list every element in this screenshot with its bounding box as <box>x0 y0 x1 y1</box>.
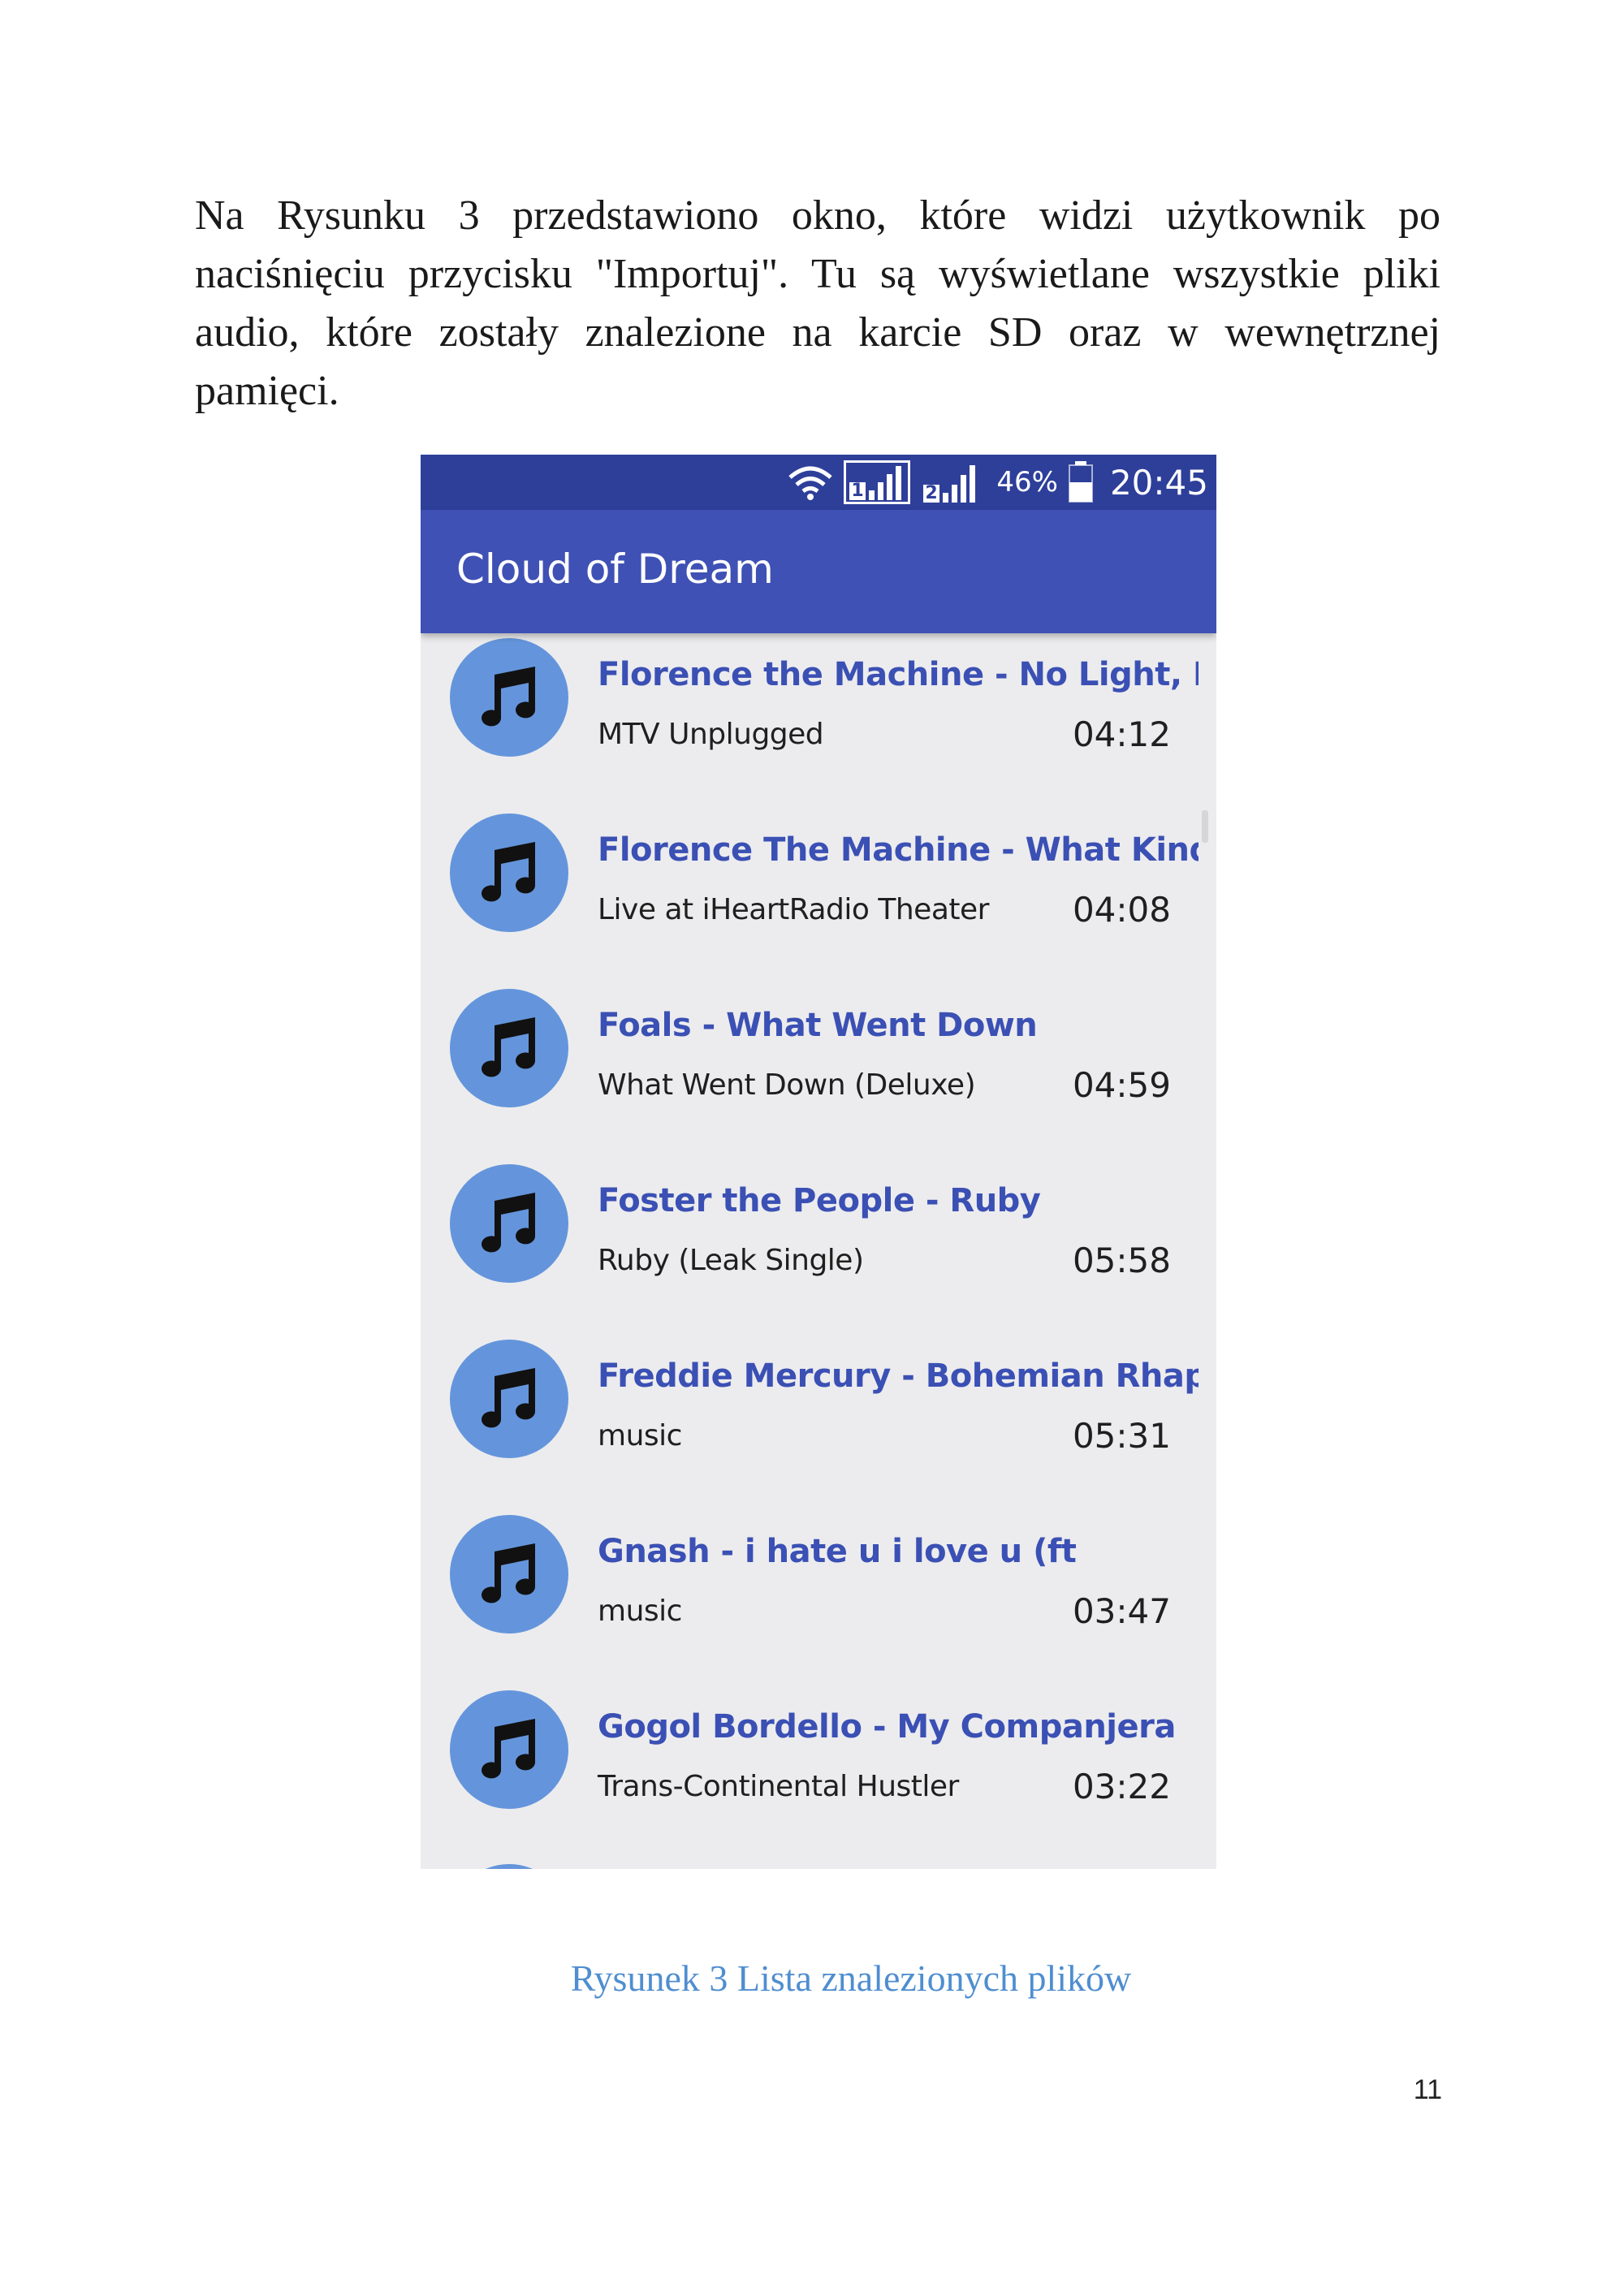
song-duration: 03:47 <box>1072 1591 1171 1631</box>
next-row-avatar-peek <box>450 1864 568 1869</box>
body-paragraph: Na Rysunku 3 przedstawiono okno, które w… <box>195 192 1440 414</box>
app-title: Cloud of Dream <box>456 546 774 593</box>
song-duration: 05:58 <box>1072 1241 1171 1280</box>
music-note-icon <box>450 814 568 932</box>
page-number: 11 <box>1413 2074 1442 2105</box>
song-duration: 03:22 <box>1072 1767 1171 1806</box>
song-row[interactable]: Gogol Bordello - My Companjera Trans-Con… <box>421 1685 1216 1861</box>
status-bar: 1 2 46% 20:45 <box>421 455 1216 510</box>
song-title: Freddie Mercury - Bohemian Rhaps... <box>598 1357 1199 1395</box>
music-note-icon <box>450 1515 568 1634</box>
sim2-label: 2 <box>923 483 939 503</box>
song-row[interactable]: Foster the People - Ruby Ruby (Leak Sing… <box>421 1159 1216 1335</box>
music-note-icon <box>450 1164 568 1283</box>
song-title: Gnash - i hate u i love u (ft <box>598 1533 1077 1570</box>
song-album: music <box>598 1419 682 1452</box>
song-title: Florence the Machine - No Light, No... <box>598 656 1199 693</box>
song-title: Florence The Machine - What Kind... <box>598 831 1199 869</box>
music-note-icon <box>450 638 568 757</box>
song-title: Foster the People - Ruby <box>598 1182 1041 1219</box>
song-title: Gogol Bordello - My Companjera <box>598 1708 1176 1746</box>
app-bar: Cloud of Dream <box>421 510 1216 633</box>
song-title: Foals - What Went Down <box>598 1007 1038 1044</box>
music-note-icon <box>450 1690 568 1809</box>
wifi-icon <box>788 466 833 500</box>
song-duration: 04:59 <box>1072 1065 1171 1105</box>
phone-screenshot: 1 2 46% 20:45 Cloud of Dream Florence th… <box>421 455 1216 1869</box>
song-duration: 05:31 <box>1072 1416 1171 1456</box>
sim1-label: 1 <box>849 481 866 501</box>
figure-caption: Rysunek 3 Lista znalezionych plików <box>570 1957 1132 1999</box>
signal-sim2-icon: 2 <box>920 460 987 504</box>
music-note-icon <box>450 1340 568 1458</box>
song-row[interactable]: Freddie Mercury - Bohemian Rhaps... musi… <box>421 1335 1216 1510</box>
song-album: music <box>598 1595 682 1628</box>
song-album: Trans-Continental Hustler <box>598 1770 959 1803</box>
song-album: What Went Down (Deluxe) <box>598 1068 976 1102</box>
song-row[interactable]: Gnash - i hate u i love u (ft music 03:4… <box>421 1510 1216 1685</box>
battery-icon <box>1068 461 1093 503</box>
song-album: Live at iHeartRadio Theater <box>598 893 989 926</box>
song-album: MTV Unplugged <box>598 718 824 751</box>
list-scrollbar[interactable] <box>1202 810 1208 843</box>
song-row[interactable]: Florence The Machine - What Kind... Live… <box>421 809 1216 984</box>
song-row[interactable]: Florence the Machine - No Light, No... M… <box>421 633 1216 809</box>
signal-sim1-icon: 1 <box>844 460 911 504</box>
battery-percent: 46% <box>996 466 1058 498</box>
status-clock: 20:45 <box>1109 462 1208 503</box>
song-row[interactable]: Foals - What Went Down What Went Down (D… <box>421 984 1216 1159</box>
music-note-icon <box>450 989 568 1107</box>
song-duration: 04:08 <box>1072 890 1171 930</box>
song-duration: 04:12 <box>1072 714 1171 754</box>
song-album: Ruby (Leak Single) <box>598 1244 864 1277</box>
